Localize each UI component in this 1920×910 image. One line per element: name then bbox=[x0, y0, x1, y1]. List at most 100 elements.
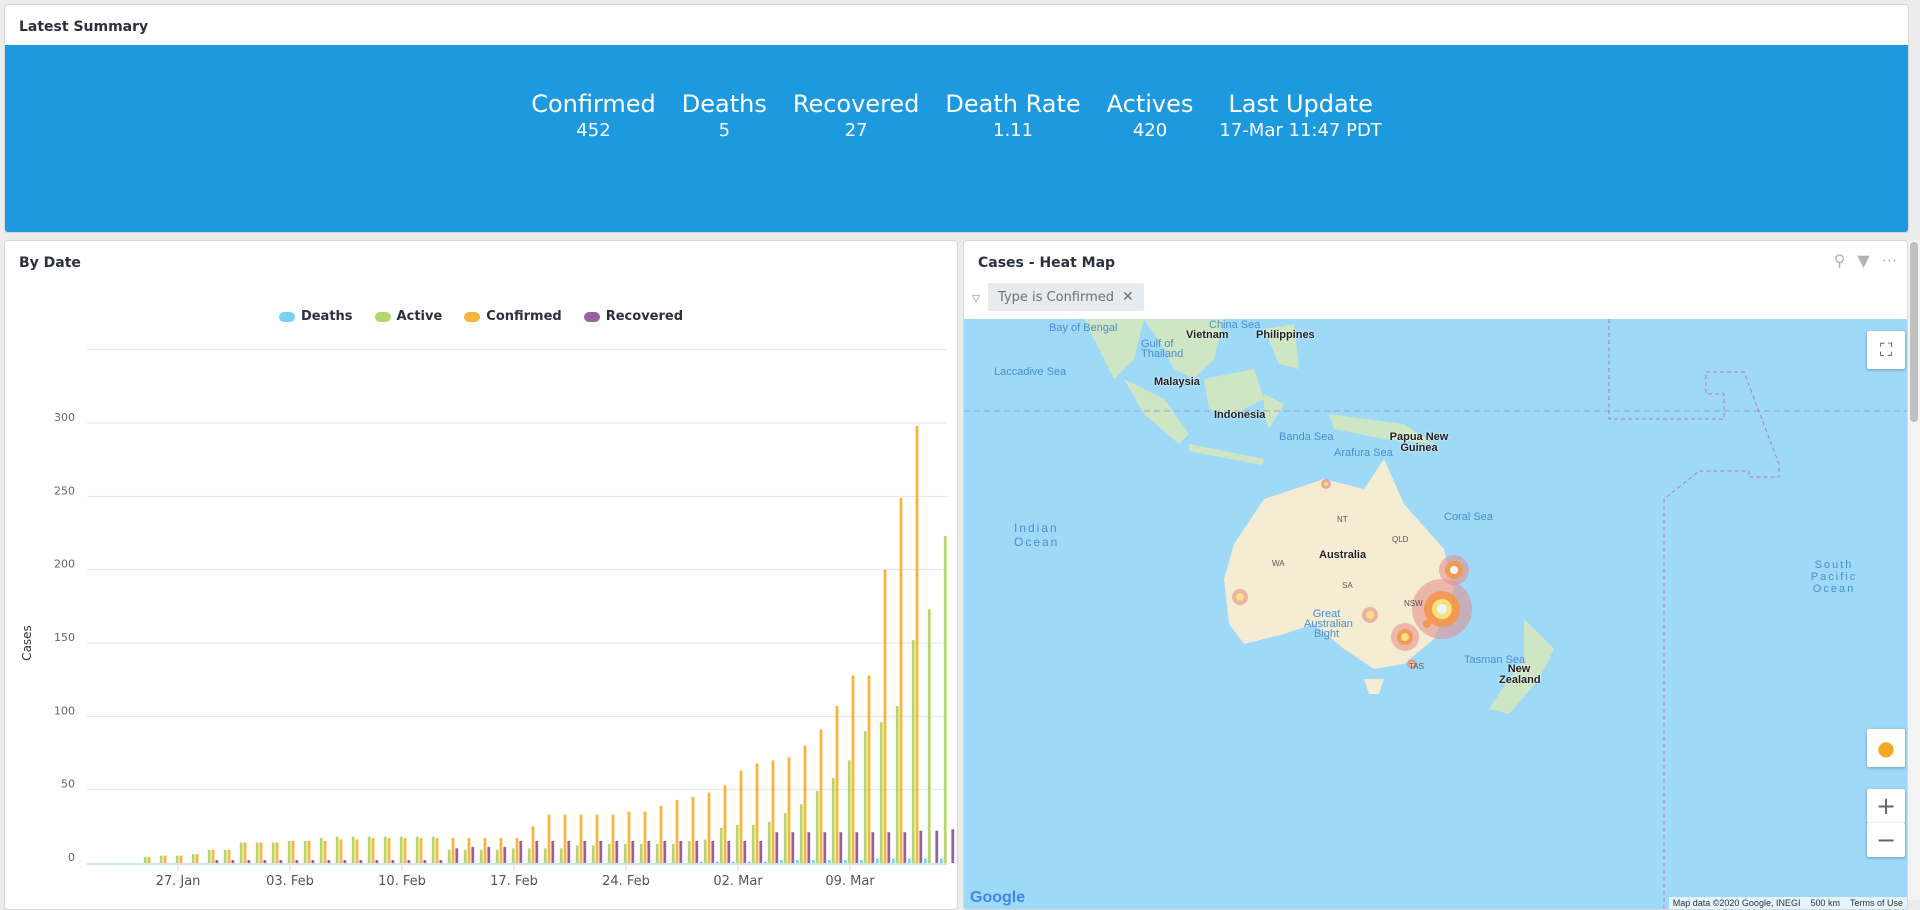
bar-recovered[interactable] bbox=[679, 841, 683, 863]
bar-confirmed[interactable] bbox=[563, 814, 567, 863]
bar-active[interactable] bbox=[351, 836, 355, 863]
bar-recovered[interactable] bbox=[663, 841, 667, 863]
bar-active[interactable] bbox=[751, 824, 755, 863]
bar-recovered[interactable] bbox=[615, 841, 619, 863]
bar-confirmed[interactable] bbox=[195, 854, 199, 863]
bar-deaths[interactable] bbox=[828, 860, 831, 863]
bar-confirmed[interactable] bbox=[819, 729, 823, 863]
bar-recovered[interactable] bbox=[519, 841, 523, 863]
bar-recovered[interactable] bbox=[823, 832, 827, 863]
bar-active[interactable] bbox=[223, 849, 227, 863]
bar-active[interactable] bbox=[239, 842, 243, 863]
bar-confirmed[interactable] bbox=[387, 838, 391, 863]
bar-active[interactable] bbox=[639, 843, 643, 863]
bar-active[interactable] bbox=[415, 836, 419, 863]
bar-confirmed[interactable] bbox=[627, 811, 631, 863]
bar-confirmed[interactable] bbox=[787, 757, 791, 863]
bar-active[interactable] bbox=[479, 849, 483, 863]
bar-active[interactable] bbox=[719, 827, 723, 863]
bar-recovered[interactable] bbox=[247, 860, 251, 863]
bar-active[interactable] bbox=[175, 855, 179, 863]
bar-active[interactable] bbox=[735, 824, 739, 863]
bar-recovered[interactable] bbox=[775, 832, 779, 863]
bar-deaths[interactable] bbox=[844, 860, 847, 863]
bar-deaths[interactable] bbox=[796, 860, 799, 863]
bar-recovered[interactable] bbox=[343, 860, 347, 863]
bar-active[interactable] bbox=[527, 848, 531, 863]
bar-recovered[interactable] bbox=[711, 841, 715, 863]
bar-confirmed[interactable] bbox=[675, 799, 679, 863]
bar-recovered[interactable] bbox=[359, 860, 363, 863]
bar-active[interactable] bbox=[143, 857, 147, 863]
filter-icon[interactable]: ▼ bbox=[1857, 251, 1869, 270]
bar-recovered[interactable] bbox=[423, 860, 427, 863]
bar-active[interactable] bbox=[207, 849, 211, 863]
bar-recovered[interactable] bbox=[583, 841, 587, 863]
bar-active[interactable] bbox=[271, 842, 275, 863]
bar-deaths[interactable] bbox=[764, 861, 767, 863]
bar-confirmed[interactable] bbox=[435, 838, 439, 863]
bar-active[interactable] bbox=[591, 845, 595, 863]
bar-recovered[interactable] bbox=[439, 860, 443, 863]
bar-confirmed[interactable] bbox=[147, 857, 151, 863]
bar-active[interactable] bbox=[783, 813, 787, 863]
bar-confirmed[interactable] bbox=[467, 838, 471, 863]
more-icon[interactable]: ··· bbox=[1882, 251, 1897, 270]
bar-confirmed[interactable] bbox=[643, 811, 647, 863]
bar-recovered[interactable] bbox=[791, 832, 795, 863]
bar-deaths[interactable] bbox=[700, 861, 703, 863]
bar-recovered[interactable] bbox=[327, 860, 331, 863]
bar-recovered[interactable] bbox=[391, 860, 395, 863]
bar-confirmed[interactable] bbox=[323, 841, 327, 863]
bar-active[interactable] bbox=[559, 848, 563, 863]
bar-confirmed[interactable] bbox=[179, 855, 183, 863]
bar-recovered[interactable] bbox=[807, 832, 811, 863]
bar-active[interactable] bbox=[607, 843, 611, 863]
bar-confirmed[interactable] bbox=[371, 838, 375, 863]
bar-recovered[interactable] bbox=[503, 846, 507, 863]
bar-deaths[interactable] bbox=[780, 860, 783, 863]
bar-confirmed[interactable] bbox=[691, 797, 695, 863]
bar-confirmed[interactable] bbox=[307, 841, 311, 863]
bar-active[interactable] bbox=[383, 836, 387, 863]
map-canvas[interactable]: Bay of Bengal Laccadive Sea China Sea Vi… bbox=[964, 319, 1907, 909]
bar-deaths[interactable] bbox=[876, 858, 879, 863]
bar-active[interactable] bbox=[815, 791, 819, 863]
bar-active[interactable] bbox=[847, 760, 851, 863]
bar-confirmed[interactable] bbox=[227, 849, 231, 863]
bar-deaths[interactable] bbox=[732, 861, 735, 863]
bar-active[interactable] bbox=[895, 706, 899, 863]
bar-active[interactable] bbox=[191, 854, 195, 863]
bar-deaths[interactable] bbox=[908, 858, 911, 863]
bar-recovered[interactable] bbox=[855, 832, 859, 863]
bar-recovered[interactable] bbox=[471, 846, 475, 863]
bar-confirmed[interactable] bbox=[483, 838, 487, 863]
bar-active[interactable] bbox=[879, 722, 883, 863]
bar-active[interactable] bbox=[671, 843, 675, 863]
bar-confirmed[interactable] bbox=[723, 785, 727, 863]
bar-recovered[interactable] bbox=[919, 830, 923, 863]
bar-deaths[interactable] bbox=[892, 858, 895, 863]
page-scrollbar[interactable] bbox=[1908, 240, 1920, 900]
fullscreen-button[interactable]: ⛶ bbox=[1867, 331, 1905, 369]
bar-confirmed[interactable] bbox=[835, 706, 839, 863]
bar-active[interactable] bbox=[367, 836, 371, 863]
bar-recovered[interactable] bbox=[263, 860, 267, 863]
bar-confirmed[interactable] bbox=[531, 826, 535, 863]
bar-confirmed[interactable] bbox=[243, 842, 247, 863]
bar-recovered[interactable] bbox=[727, 841, 731, 863]
bar-confirmed[interactable] bbox=[403, 838, 407, 863]
bar-confirmed[interactable] bbox=[739, 770, 743, 863]
bar-active[interactable] bbox=[511, 848, 515, 863]
bar-recovered[interactable] bbox=[279, 860, 283, 863]
bar-recovered[interactable] bbox=[295, 860, 299, 863]
bar-recovered[interactable] bbox=[215, 860, 219, 863]
bar-active[interactable] bbox=[767, 821, 771, 863]
bar-confirmed[interactable] bbox=[803, 745, 807, 863]
bar-recovered[interactable] bbox=[695, 841, 699, 863]
bar-active[interactable] bbox=[335, 836, 339, 863]
bar-confirmed[interactable] bbox=[595, 814, 599, 863]
bar-recovered[interactable] bbox=[551, 841, 555, 863]
bar-recovered[interactable] bbox=[839, 832, 843, 863]
bar-recovered[interactable] bbox=[375, 860, 379, 863]
